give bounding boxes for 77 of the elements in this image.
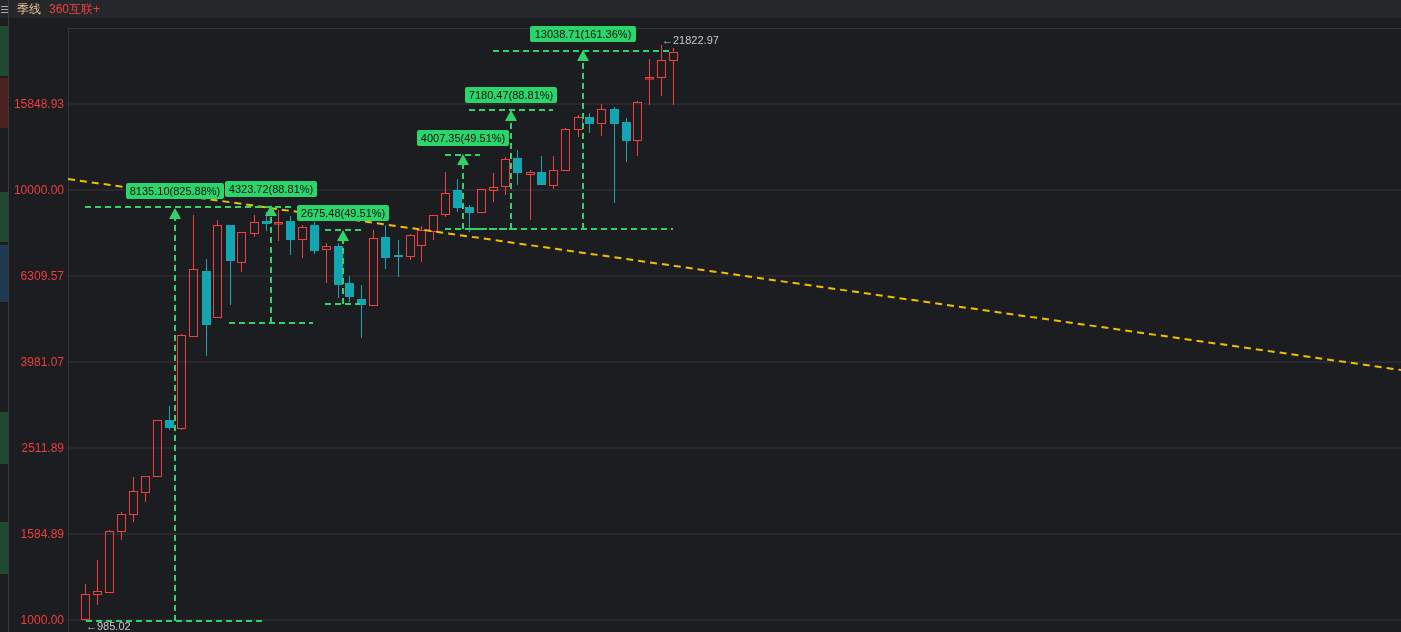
candlestick xyxy=(585,112,594,134)
candlestick xyxy=(334,242,343,299)
arrow-up-icon xyxy=(577,50,589,61)
arrow-up-icon xyxy=(457,154,469,165)
candlestick xyxy=(357,284,366,339)
candlestick xyxy=(645,58,654,106)
gain-label: 7180.47(88.81%) xyxy=(465,87,557,103)
dashed-guide-line[interactable] xyxy=(174,217,176,622)
candlestick xyxy=(394,239,403,278)
gain-label: 4007.35(49.51%) xyxy=(417,130,509,146)
candlestick xyxy=(250,214,259,238)
candlestick xyxy=(561,127,570,171)
candlestick xyxy=(622,117,631,163)
candlestick xyxy=(345,275,354,303)
candlestick xyxy=(453,178,462,213)
candlestick xyxy=(165,405,174,431)
candlestick xyxy=(310,221,319,255)
dashed-guide-line[interactable] xyxy=(480,228,674,230)
candlestick xyxy=(93,559,102,606)
dashed-guide-line[interactable] xyxy=(444,154,481,156)
arrow-up-icon xyxy=(169,208,181,219)
axis-label: 3981.07 xyxy=(20,355,64,369)
dashed-guide-line[interactable] xyxy=(324,303,361,305)
candlestick xyxy=(549,155,558,190)
candlestick xyxy=(322,242,331,284)
axis-label: 6309.57 xyxy=(20,269,64,283)
high-price-marker: ←21822.97 xyxy=(662,34,719,46)
axis-label: 15848.93 xyxy=(13,97,64,111)
period-label: 季线 xyxy=(17,1,41,18)
dashed-guide-line[interactable] xyxy=(228,322,314,324)
gain-label: 2675.48(49.51%) xyxy=(297,205,389,221)
candlestick xyxy=(657,44,666,97)
candlestick xyxy=(489,172,498,203)
candlestick xyxy=(141,476,150,503)
arrow-up-icon xyxy=(505,110,517,121)
axis-label: 2511.89 xyxy=(21,441,64,455)
candlestick xyxy=(105,529,114,593)
arrow-up-icon xyxy=(265,205,277,216)
candlestick xyxy=(501,156,510,196)
gain-label: 13038.71(161.36%) xyxy=(530,26,636,42)
candlestick xyxy=(465,204,474,233)
candlestick xyxy=(237,232,246,273)
dashed-guide-line[interactable] xyxy=(468,228,512,230)
candlestick xyxy=(429,215,438,241)
candlestick xyxy=(526,169,535,221)
candlestick xyxy=(406,233,415,261)
candlestick xyxy=(298,224,307,259)
candlestick xyxy=(381,224,390,270)
arrow-up-icon xyxy=(337,230,349,241)
gain-label: 4323.72(88.81%) xyxy=(225,181,317,197)
candlestick xyxy=(274,209,283,242)
candlestick xyxy=(286,215,295,256)
candlestick xyxy=(597,103,606,137)
candlestick xyxy=(537,155,546,185)
menu-icon[interactable] xyxy=(0,4,8,14)
trend-line[interactable] xyxy=(67,178,1401,371)
candlestick xyxy=(117,511,126,541)
candlestick xyxy=(574,114,583,138)
candlestick xyxy=(633,100,642,157)
candlestick xyxy=(441,171,450,218)
candlestick xyxy=(417,225,426,263)
candlestick xyxy=(81,583,90,620)
candlestick xyxy=(477,189,486,213)
axis-label: 1000.00 xyxy=(20,613,64,627)
candlestick xyxy=(153,420,162,478)
gain-label: 8135.10(825.88%) xyxy=(126,183,224,199)
axis-label: 10000.00 xyxy=(13,183,64,197)
dashed-guide-line[interactable] xyxy=(462,162,464,230)
stock-title: 360互联+ xyxy=(49,1,101,18)
dashed-guide-line[interactable] xyxy=(468,109,554,111)
dashed-guide-line[interactable] xyxy=(324,229,362,231)
axis-label: 1584.89 xyxy=(20,527,64,541)
candlestick xyxy=(513,149,522,186)
candlestick xyxy=(129,476,138,523)
low-price-marker: ←985.02 xyxy=(86,620,131,632)
dashed-guide-line[interactable] xyxy=(444,228,481,230)
candlestick xyxy=(669,47,678,106)
